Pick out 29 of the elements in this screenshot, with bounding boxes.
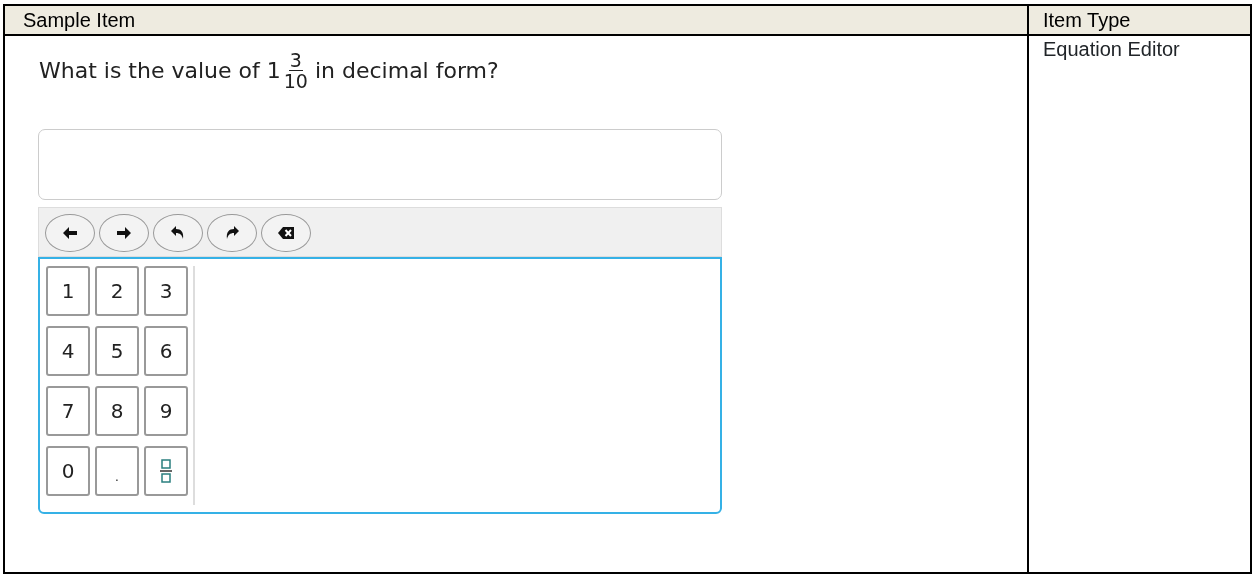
whole-number: 1 — [266, 57, 281, 85]
keypad-key[interactable]: 1 — [46, 266, 90, 316]
keypad-key[interactable]: 2 — [95, 266, 139, 316]
item-type-text: Equation Editor — [1043, 38, 1180, 60]
numerator: 3 — [288, 50, 303, 71]
keypad-key[interactable]: 0 — [46, 446, 90, 496]
keypad-key[interactable]: 3 — [144, 266, 188, 316]
keypad-key[interactable]: 9 — [144, 386, 188, 436]
backspace-button[interactable] — [261, 214, 311, 252]
keypad-key[interactable]: . — [95, 446, 139, 496]
fraction-button[interactable] — [144, 446, 188, 496]
denominator: 10 — [283, 71, 308, 91]
left-arrow-button[interactable] — [45, 214, 95, 252]
answer-field[interactable] — [38, 129, 722, 200]
keypad-key[interactable]: 5 — [95, 326, 139, 376]
column-header: Item Type — [1027, 6, 1250, 36]
question-text: in decimal form? — [314, 57, 499, 85]
right-arrow-button[interactable] — [99, 214, 149, 252]
keypad-key[interactable]: 7 — [46, 386, 90, 436]
column-header: Sample Item — [5, 6, 1027, 36]
right-arrow-icon — [114, 225, 134, 241]
undo-button[interactable] — [153, 214, 203, 252]
redo-button[interactable] — [207, 214, 257, 252]
keypad-key[interactable]: 4 — [46, 326, 90, 376]
keypad-key[interactable]: 8 — [95, 386, 139, 436]
backspace-icon — [276, 225, 296, 241]
question-text: What is the value of — [39, 57, 260, 85]
keypad-key[interactable]: 6 — [144, 326, 188, 376]
fraction-icon — [159, 458, 173, 484]
